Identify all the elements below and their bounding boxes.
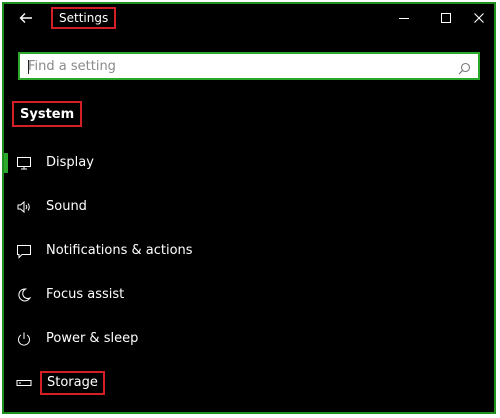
sidebar-item-label: Storage xyxy=(40,371,105,395)
sidebar-item-notifications[interactable]: Notifications & actions xyxy=(4,233,494,269)
sidebar-item-sound[interactable]: Sound xyxy=(4,189,494,225)
sidebar-item-label: Focus assist xyxy=(46,287,125,302)
storage-icon xyxy=(16,375,32,391)
search-box xyxy=(18,52,480,80)
settings-window: Settings System xyxy=(2,2,496,414)
arrow-left-icon xyxy=(19,13,32,23)
back-button[interactable] xyxy=(18,10,34,26)
maximize-button[interactable] xyxy=(438,10,454,26)
moon-icon xyxy=(16,287,32,303)
sidebar-item-power-sleep[interactable]: Power & sleep xyxy=(4,321,494,357)
sidebar-item-label: Sound xyxy=(46,199,87,214)
search-icon[interactable] xyxy=(458,60,471,75)
sidebar-item-label: Display xyxy=(46,155,94,170)
sidebar-item-storage[interactable]: Storage xyxy=(4,365,494,401)
window-title: Settings xyxy=(51,7,117,29)
minimize-button[interactable] xyxy=(396,10,412,26)
search-input[interactable] xyxy=(20,54,478,78)
title-bar: Settings xyxy=(4,4,494,34)
close-icon xyxy=(474,13,484,23)
sidebar-item-label: Notifications & actions xyxy=(46,243,193,258)
speaker-icon xyxy=(16,199,32,215)
text-cursor xyxy=(28,60,29,74)
notification-icon xyxy=(16,243,32,259)
sidebar-item-display[interactable]: Display xyxy=(4,145,494,181)
sidebar-item-focus-assist[interactable]: Focus assist xyxy=(4,277,494,313)
section-heading: System xyxy=(12,101,83,127)
monitor-icon xyxy=(16,155,32,171)
window-title-text: Settings xyxy=(59,11,109,25)
selected-indicator xyxy=(4,153,8,173)
section-heading-text: System xyxy=(20,106,75,122)
maximize-icon xyxy=(441,13,451,23)
sidebar-item-label: Power & sleep xyxy=(46,331,139,346)
close-button[interactable] xyxy=(471,10,487,26)
power-icon xyxy=(16,331,32,347)
minimize-icon xyxy=(399,18,409,19)
